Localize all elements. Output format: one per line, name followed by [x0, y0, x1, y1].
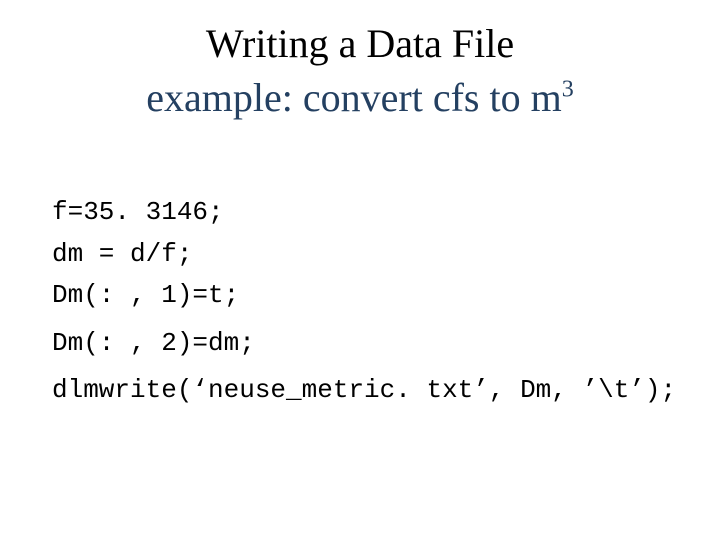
page-title: Writing a Data File [0, 20, 720, 67]
code-line: Dm(: , 2)=dm; [52, 323, 676, 365]
subtitle-text: example: convert cfs to m [146, 75, 561, 120]
code-line: Dm(: , 1)=t; [52, 275, 676, 317]
code-line: dlmwrite(‘neuse_metric. txt’, Dm, ’\t’); [52, 370, 676, 412]
code-block: f=35. 3146; dm = d/f; Dm(: , 1)=t; Dm(: … [52, 192, 676, 412]
code-line: dm = d/f; [52, 234, 676, 276]
code-line: f=35. 3146; [52, 192, 676, 234]
page-subtitle: example: convert cfs to m3 [0, 74, 720, 121]
subtitle-superscript: 3 [562, 77, 574, 103]
